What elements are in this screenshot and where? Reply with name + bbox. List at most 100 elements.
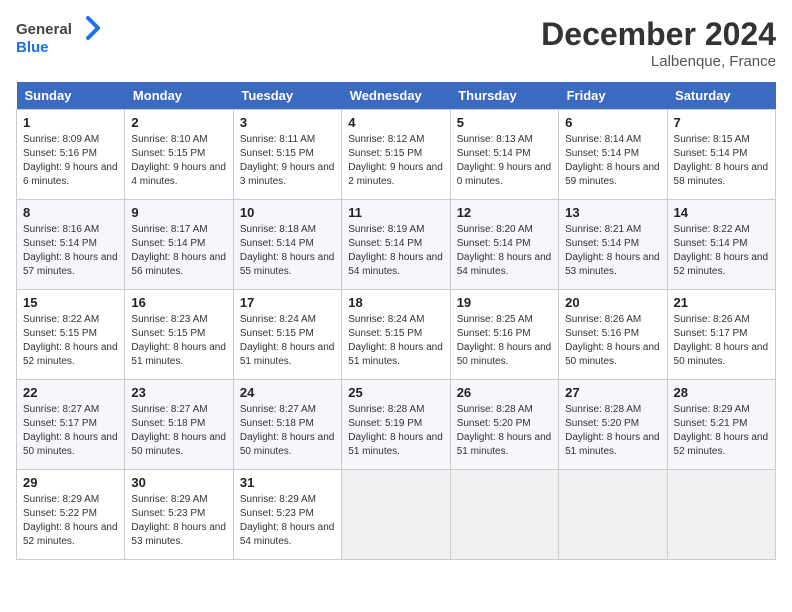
day-cell: 3 Sunrise: 8:11 AMSunset: 5:15 PMDaylight… [233,110,341,200]
day-number: 14 [674,205,769,220]
day-cell: 4Sunrise: 8:12 AMSunset: 5:15 PMDaylight… [342,110,450,200]
day-info: Sunrise: 8:24 AMSunset: 5:15 PMDaylight:… [240,313,335,369]
day-info: Sunrise: 8:26 AMSunset: 5:17 PMDaylight:… [674,313,769,369]
day-info: Sunrise: 8:14 AMSunset: 5:14 PMDaylight:… [565,133,660,189]
day-info: Sunrise: 8:28 AMSunset: 5:19 PMDaylight:… [348,403,443,459]
day-cell: 10 Sunrise: 8:18 AMSunset: 5:14 PMDayligh… [233,200,341,290]
day-info: Sunrise: 8:10 AMSunset: 5:15 PMDaylight:… [131,133,226,189]
calendar-body: 1Sunrise: 8:09 AMSunset: 5:16 PMDaylight… [17,110,776,560]
week-row-3: 15Sunrise: 8:22 AMSunset: 5:15 PMDayligh… [17,290,776,380]
day-cell: 23 Sunrise: 8:27 AMSunset: 5:18 PMDayligh… [125,380,233,470]
day-number: 9 [131,205,226,220]
weekday-monday: Monday [125,82,233,110]
week-row-2: 8Sunrise: 8:16 AMSunset: 5:14 PMDaylight… [17,200,776,290]
day-info: Sunrise: 8:29 AMSunset: 5:23 PMDaylight:… [240,493,335,549]
day-info: Sunrise: 8:27 AMSunset: 5:18 PMDaylight:… [131,403,226,459]
day-cell: 30Sunrise: 8:29 AMSunset: 5:23 PMDayligh… [125,470,233,560]
day-cell: 17 Sunrise: 8:24 AMSunset: 5:15 PMDayligh… [233,290,341,380]
day-number: 10 [240,205,335,220]
day-cell: 13Sunrise: 8:21 AMSunset: 5:14 PMDayligh… [559,200,667,290]
day-cell: 12 Sunrise: 8:20 AMSunset: 5:14 PMDayligh… [450,200,558,290]
day-cell [559,470,667,560]
day-cell [450,470,558,560]
day-number: 3 [240,115,335,130]
day-number: 29 [23,475,118,490]
day-info: Sunrise: 8:27 AMSunset: 5:18 PMDaylight:… [240,403,335,459]
weekday-friday: Friday [559,82,667,110]
day-number: 27 [565,385,660,400]
day-number: 2 [131,115,226,130]
day-number: 23 [131,385,226,400]
day-number: 1 [23,115,118,130]
day-cell: 29 Sunrise: 8:29 AMSunset: 5:22 PMDayligh… [17,470,125,560]
day-cell: 27Sunrise: 8:28 AMSunset: 5:20 PMDayligh… [559,380,667,470]
day-number: 11 [348,205,443,220]
day-cell: 19 Sunrise: 8:25 AMSunset: 5:16 PMDayligh… [450,290,558,380]
header: General Blue December 2024 Lalbenque, Fr… [16,16,776,70]
day-cell: 31Sunrise: 8:29 AMSunset: 5:23 PMDayligh… [233,470,341,560]
day-number: 18 [348,295,443,310]
day-number: 5 [457,115,552,130]
day-number: 12 [457,205,552,220]
svg-text:Blue: Blue [16,39,49,56]
day-cell: 15Sunrise: 8:22 AMSunset: 5:15 PMDayligh… [17,290,125,380]
day-cell: 25 Sunrise: 8:28 AMSunset: 5:19 PMDayligh… [342,380,450,470]
day-cell: 21 Sunrise: 8:26 AMSunset: 5:17 PMDayligh… [667,290,775,380]
day-info: Sunrise: 8:13 AMSunset: 5:14 PMDaylight:… [457,133,552,189]
day-number: 15 [23,295,118,310]
day-number: 20 [565,295,660,310]
day-cell: 9 Sunrise: 8:17 AMSunset: 5:14 PMDaylight… [125,200,233,290]
day-cell: 28Sunrise: 8:29 AMSunset: 5:21 PMDayligh… [667,380,775,470]
day-info: Sunrise: 8:19 AMSunset: 5:14 PMDaylight:… [348,223,443,279]
day-cell: 11 Sunrise: 8:19 AMSunset: 5:14 PMDayligh… [342,200,450,290]
day-number: 16 [131,295,226,310]
svg-text:General: General [16,21,72,38]
day-info: Sunrise: 8:17 AMSunset: 5:14 PMDaylight:… [131,223,226,279]
weekday-tuesday: Tuesday [233,82,341,110]
day-number: 25 [348,385,443,400]
day-cell: 1Sunrise: 8:09 AMSunset: 5:16 PMDaylight… [17,110,125,200]
day-number: 7 [674,115,769,130]
calendar-table: SundayMondayTuesdayWednesdayThursdayFrid… [16,82,776,560]
logo: General Blue [16,16,106,60]
day-number: 28 [674,385,769,400]
day-number: 21 [674,295,769,310]
week-row-1: 1Sunrise: 8:09 AMSunset: 5:16 PMDaylight… [17,110,776,200]
day-number: 13 [565,205,660,220]
day-info: Sunrise: 8:18 AMSunset: 5:14 PMDaylight:… [240,223,335,279]
day-cell: 26Sunrise: 8:28 AMSunset: 5:20 PMDayligh… [450,380,558,470]
day-cell: 20Sunrise: 8:26 AMSunset: 5:16 PMDayligh… [559,290,667,380]
day-info: Sunrise: 8:29 AMSunset: 5:22 PMDaylight:… [23,493,118,549]
day-info: Sunrise: 8:15 AMSunset: 5:14 PMDaylight:… [674,133,769,189]
weekday-wednesday: Wednesday [342,82,450,110]
weekday-thursday: Thursday [450,82,558,110]
day-info: Sunrise: 8:20 AMSunset: 5:14 PMDaylight:… [457,223,552,279]
day-cell: 18Sunrise: 8:24 AMSunset: 5:15 PMDayligh… [342,290,450,380]
day-cell: 14 Sunrise: 8:22 AMSunset: 5:14 PMDayligh… [667,200,775,290]
month-title: December 2024 [541,16,776,53]
title-area: December 2024 Lalbenque, France [541,16,776,70]
day-cell: 5 Sunrise: 8:13 AMSunset: 5:14 PMDaylight… [450,110,558,200]
day-cell: 22 Sunrise: 8:27 AMSunset: 5:17 PMDayligh… [17,380,125,470]
day-number: 24 [240,385,335,400]
day-cell: 24 Sunrise: 8:27 AMSunset: 5:18 PMDayligh… [233,380,341,470]
day-info: Sunrise: 8:25 AMSunset: 5:16 PMDaylight:… [457,313,552,369]
weekday-sunday: Sunday [17,82,125,110]
day-info: Sunrise: 8:11 AMSunset: 5:15 PMDaylight:… [240,133,335,189]
day-cell: 2 Sunrise: 8:10 AMSunset: 5:15 PMDaylight… [125,110,233,200]
day-number: 22 [23,385,118,400]
day-info: Sunrise: 8:23 AMSunset: 5:15 PMDaylight:… [131,313,226,369]
weekday-saturday: Saturday [667,82,775,110]
day-number: 6 [565,115,660,130]
day-number: 19 [457,295,552,310]
day-cell: 7 Sunrise: 8:15 AMSunset: 5:14 PMDaylight… [667,110,775,200]
day-cell [342,470,450,560]
day-info: Sunrise: 8:22 AMSunset: 5:14 PMDaylight:… [674,223,769,279]
day-number: 4 [348,115,443,130]
day-number: 17 [240,295,335,310]
day-number: 30 [131,475,226,490]
weekday-header: SundayMondayTuesdayWednesdayThursdayFrid… [17,82,776,110]
day-cell: 8Sunrise: 8:16 AMSunset: 5:14 PMDaylight… [17,200,125,290]
day-info: Sunrise: 8:27 AMSunset: 5:17 PMDaylight:… [23,403,118,459]
day-info: Sunrise: 8:16 AMSunset: 5:14 PMDaylight:… [23,223,118,279]
